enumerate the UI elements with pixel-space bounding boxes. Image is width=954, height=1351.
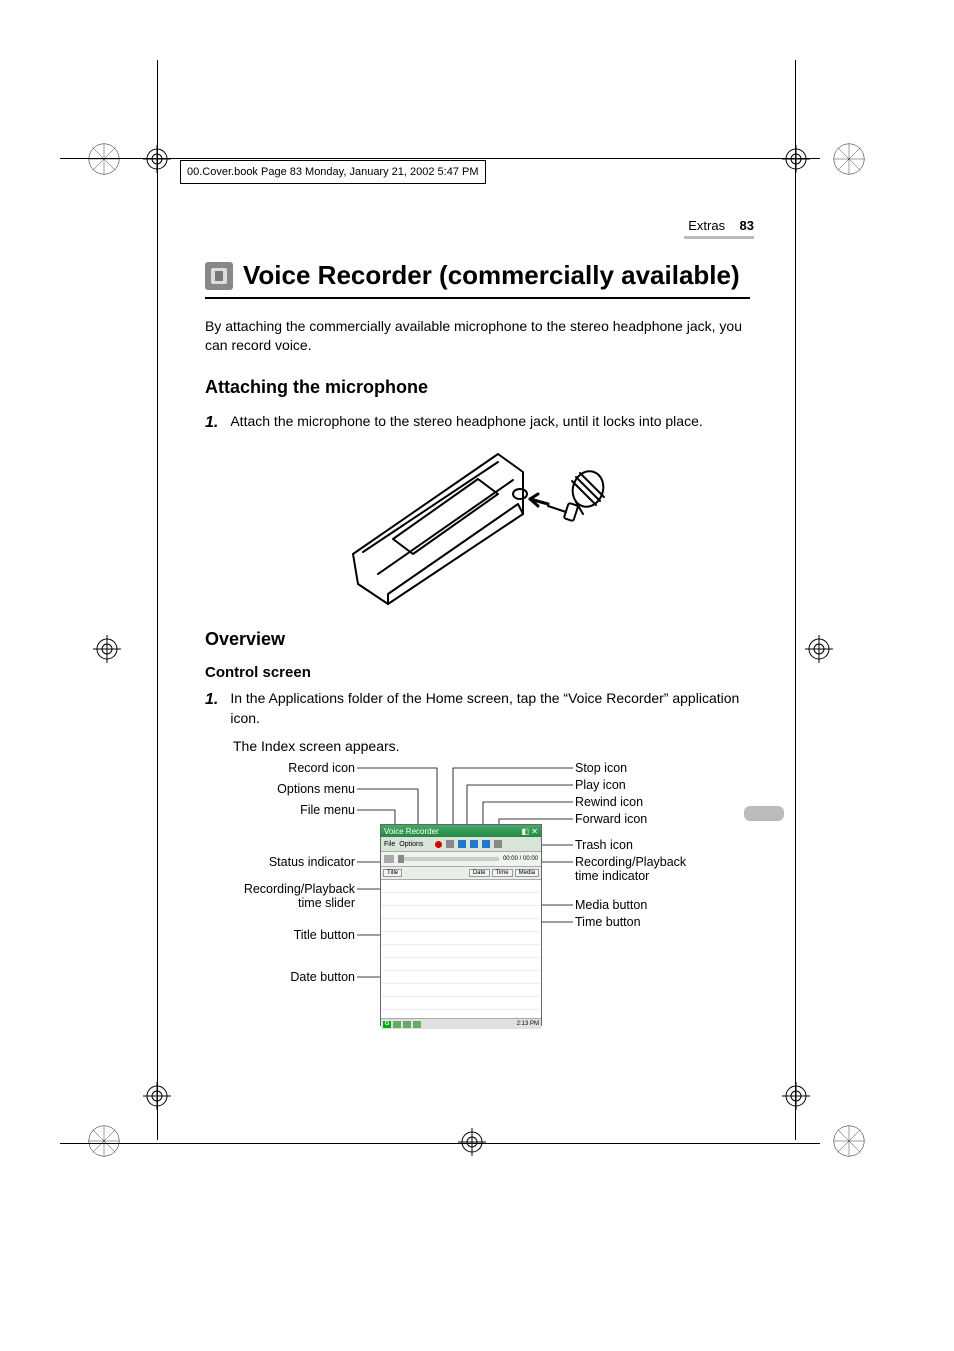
taskbar-icon[interactable] — [413, 1021, 421, 1028]
taskbar-clock: 2:13 PM — [517, 1021, 539, 1027]
section-label: Extras — [688, 218, 725, 233]
title-rule — [205, 297, 750, 299]
content: Voice Recorder (commercially available) … — [205, 260, 750, 1038]
step-1-attach: 1. Attach the microphone to the stereo h… — [205, 412, 750, 434]
taskbar-icon[interactable] — [403, 1021, 411, 1028]
print-mark-icon — [830, 1122, 868, 1160]
taskbar-icon[interactable] — [393, 1021, 401, 1028]
app-title: Voice Recorder — [384, 827, 439, 836]
column-tabs: Title Date Time Media — [381, 867, 541, 880]
heading-control-screen: Control screen — [205, 664, 750, 681]
intro-paragraph: By attaching the commercially available … — [205, 317, 750, 355]
rewind-icon[interactable] — [470, 840, 478, 848]
trash-icon[interactable] — [494, 840, 502, 848]
step-text: Attach the microphone to the stereo head… — [230, 412, 750, 434]
crop-line — [157, 60, 158, 1140]
record-icon[interactable] — [435, 841, 442, 848]
file-menu[interactable]: File — [384, 841, 395, 848]
print-mark-icon — [85, 1122, 123, 1160]
date-button[interactable]: Date — [469, 869, 490, 877]
page-number: 83 — [740, 218, 754, 233]
running-header: Extras 83 — [688, 218, 754, 233]
voice-recorder-app-icon — [205, 262, 233, 290]
crop-line — [795, 60, 796, 1140]
print-mark-icon — [85, 140, 123, 178]
crop-line — [60, 158, 820, 159]
page-title: Voice Recorder (commercially available) — [205, 260, 750, 291]
label-time-button: Time button — [575, 915, 641, 929]
label-status-indicator: Status indicator — [205, 855, 355, 869]
options-menu[interactable]: Options — [399, 841, 423, 848]
label-forward-icon: Forward icon — [575, 812, 647, 826]
label-title-button: Title button — [205, 928, 355, 942]
label-trash-icon: Trash icon — [575, 838, 633, 852]
heading-attaching: Attaching the microphone — [205, 377, 750, 398]
label-media-button: Media button — [575, 898, 647, 912]
status-indicator-icon — [384, 855, 394, 863]
caption-index-screen: The Index screen appears. — [233, 738, 750, 754]
title-button[interactable]: Title — [383, 869, 402, 877]
registration-mark-icon — [93, 635, 121, 663]
taskbar: G 2:13 PM — [381, 1018, 541, 1029]
page: 00.Cover.book Page 83 Monday, January 21… — [0, 0, 954, 1351]
forward-icon[interactable] — [482, 840, 490, 848]
media-button[interactable]: Media — [515, 869, 539, 877]
registration-mark-icon — [805, 635, 833, 663]
step-text: In the Applications folder of the Home s… — [230, 689, 750, 728]
label-date-button: Date button — [205, 970, 355, 984]
registration-mark-icon — [782, 1082, 810, 1110]
screenshot-diagram: Record icon Options menu File menu Statu… — [205, 758, 750, 1038]
step-number: 1. — [205, 412, 218, 434]
label-file-menu: File menu — [205, 803, 355, 817]
step-1-control: 1. In the Applications folder of the Hom… — [205, 689, 750, 728]
label-stop-icon: Stop icon — [575, 761, 627, 775]
titlebar-icons-icon: ◧ ✕ — [522, 827, 538, 836]
time-slider[interactable] — [398, 857, 499, 861]
play-icon[interactable] — [458, 840, 466, 848]
registration-mark-icon — [782, 145, 810, 173]
label-record-icon: Record icon — [205, 761, 355, 775]
label-time-slider: Recording/Playback time slider — [205, 882, 355, 910]
crop-line — [60, 1143, 820, 1144]
home-icon[interactable]: G — [383, 1021, 391, 1028]
time-button[interactable]: Time — [492, 869, 513, 877]
registration-mark-icon — [143, 1082, 171, 1110]
print-mark-icon — [830, 140, 868, 178]
registration-mark-icon — [458, 1128, 486, 1156]
side-tab — [744, 806, 784, 821]
step-number: 1. — [205, 689, 218, 728]
status-row: 00:00 / 00:00 — [381, 852, 541, 867]
toolbar: File Options — [381, 837, 541, 852]
heading-overview: Overview — [205, 629, 750, 650]
label-options-menu: Options menu — [205, 782, 355, 796]
voice-recorder-screenshot: Voice Recorder ◧ ✕ File Options — [380, 824, 542, 1026]
label-rewind-icon: Rewind icon — [575, 795, 643, 809]
recording-list[interactable] — [381, 880, 541, 1018]
microphone-illustration — [348, 444, 608, 609]
label-time-indicator: Recording/Playback time indicator — [575, 855, 686, 883]
window-titlebar: Voice Recorder ◧ ✕ — [381, 825, 541, 837]
header-rule — [684, 236, 754, 239]
label-play-icon: Play icon — [575, 778, 626, 792]
registration-mark-icon — [143, 145, 171, 173]
frame-header-text: 00.Cover.book Page 83 Monday, January 21… — [187, 166, 479, 178]
stop-icon[interactable] — [446, 840, 454, 848]
frame-header: 00.Cover.book Page 83 Monday, January 21… — [180, 160, 486, 184]
title-text: Voice Recorder (commercially available) — [243, 260, 740, 291]
time-indicator: 00:00 / 00:00 — [503, 856, 538, 862]
